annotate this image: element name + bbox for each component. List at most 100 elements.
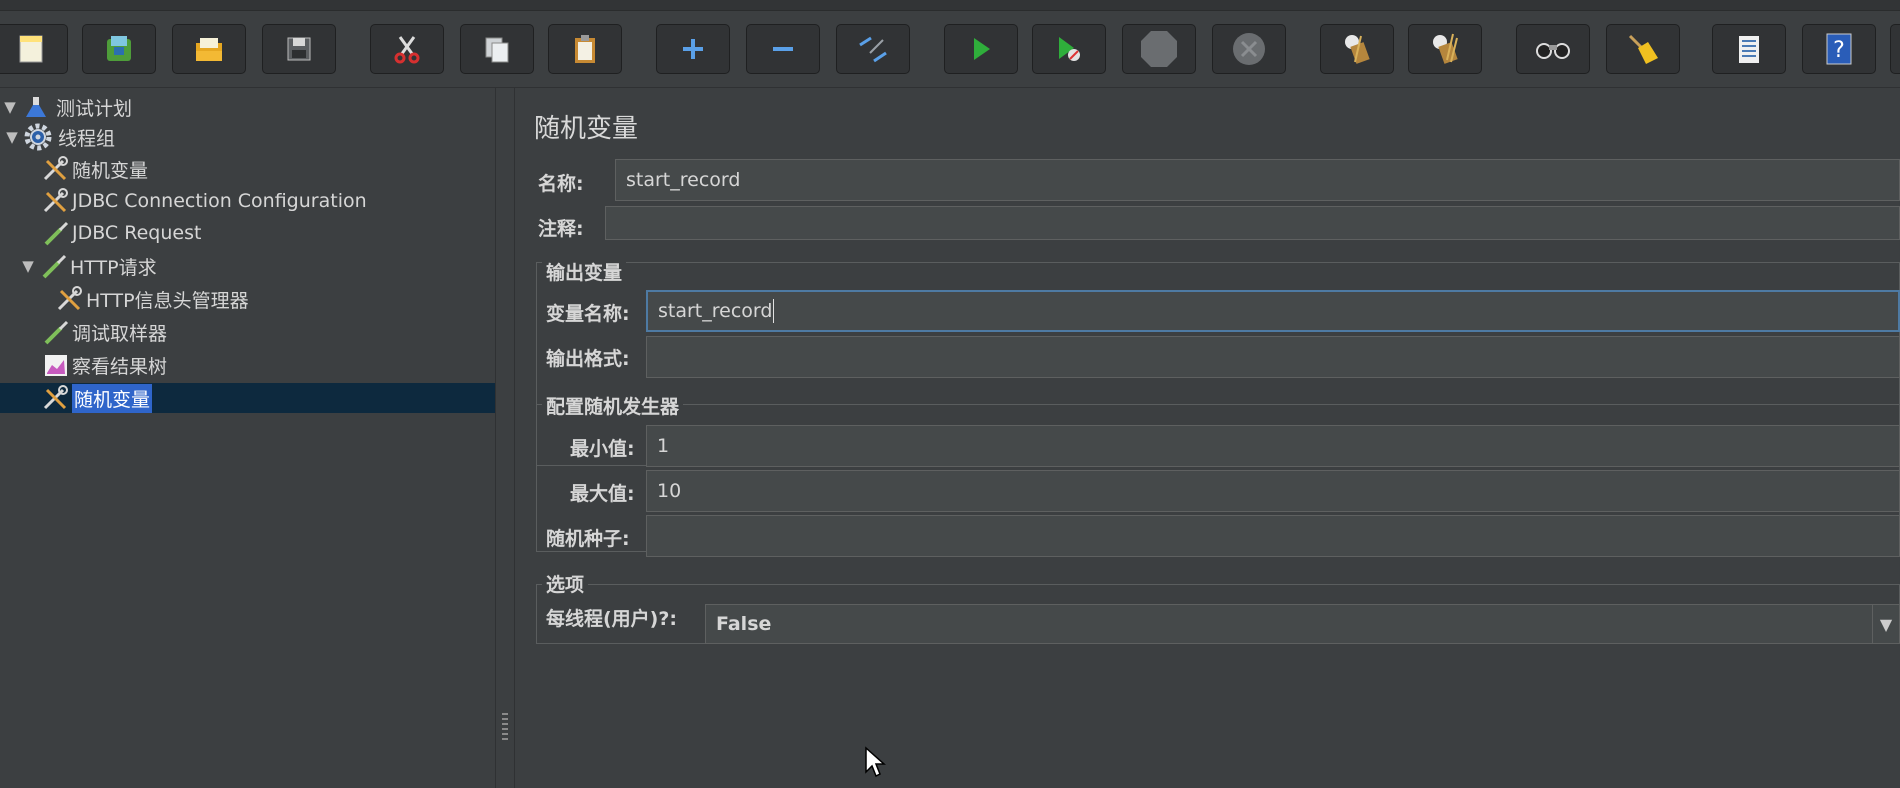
tree-item-thread-group[interactable]: ▼ 线程组	[2, 122, 115, 152]
tools-icon	[40, 186, 72, 216]
start-icon	[974, 38, 990, 60]
name-value: start_record	[626, 169, 741, 191]
cut-button[interactable]	[370, 24, 444, 74]
output-format-label: 输出格式:	[546, 348, 630, 370]
name-field[interactable]: start_record	[615, 159, 1900, 201]
random-seed-field[interactable]	[646, 515, 1900, 557]
paste-icon	[575, 35, 595, 63]
tree-item-test-plan[interactable]: ▼ 测试计划	[0, 92, 132, 122]
max-value-field[interactable]: 10	[646, 470, 1900, 512]
reset-search-button[interactable]	[1606, 24, 1680, 74]
help-icon: ?	[1826, 33, 1852, 65]
copy-button[interactable]	[460, 24, 534, 74]
search-icon	[1536, 43, 1570, 59]
max-value-label: 最大值:	[570, 483, 635, 505]
tree-item-label: 调试取样器	[72, 322, 168, 345]
new-icon	[19, 35, 43, 63]
clear-icon	[1345, 35, 1370, 64]
expand-arrow-icon[interactable]: ▼	[18, 257, 38, 275]
gear-icon	[22, 122, 54, 152]
tree-item-label: HTTP信息头管理器	[86, 289, 249, 312]
start-no-pauses-icon	[1059, 37, 1080, 61]
variable-name-field[interactable]: start_record	[646, 290, 1900, 332]
help-button[interactable]: ?	[1802, 24, 1876, 74]
expand-icon	[683, 39, 703, 59]
random-seed-label: 随机种子:	[546, 528, 630, 550]
per-thread-select[interactable]: False ▼	[705, 604, 1900, 644]
name-label: 名称:	[538, 173, 584, 195]
open-icon	[196, 38, 222, 61]
output-format-field[interactable]	[646, 336, 1900, 378]
function-helper-icon	[1739, 36, 1759, 63]
test-plan-tree: ▼ 测试计划 ▼ 线程组 随机变量 JDBC Connection Config…	[0, 88, 495, 788]
config-panel: 随机变量 名称: start_record 注释: 输出变量 变量名称: sta…	[516, 88, 1900, 788]
splitter-grip[interactable]	[502, 713, 508, 743]
stop-icon	[1141, 31, 1177, 67]
tree-item-label: JDBC Connection Configuration	[72, 190, 367, 212]
templates-icon	[107, 36, 131, 61]
tree-item-label: 察看结果树	[72, 355, 168, 378]
page-title: 随机变量	[534, 114, 639, 144]
tree-item-http-request[interactable]: ▼ HTTP请求	[18, 251, 157, 281]
pane-splitter[interactable]	[495, 88, 515, 788]
shutdown-icon	[1233, 33, 1265, 65]
comment-field[interactable]	[605, 206, 1900, 240]
cut-icon	[394, 36, 420, 64]
collapse-icon	[773, 47, 793, 51]
start-no-pauses-button[interactable]	[1032, 24, 1106, 74]
paste-button[interactable]	[548, 24, 622, 74]
expand-arrow-icon[interactable]: ▼	[2, 128, 22, 146]
tree-item-results-tree[interactable]: 察看结果树	[40, 350, 167, 380]
text-caret	[773, 299, 775, 323]
svg-text:?: ?	[1833, 38, 1845, 63]
mouse-pointer-icon	[865, 746, 886, 778]
search-button[interactable]	[1516, 24, 1590, 74]
clear-button[interactable]	[1320, 24, 1394, 74]
tree-item-random-variable[interactable]: 随机变量	[40, 154, 148, 184]
tree-item-jdbc-request[interactable]: JDBC Request	[40, 218, 201, 248]
tree-item-debug-sampler[interactable]: 调试取样器	[40, 317, 167, 347]
toggle-icon	[859, 36, 887, 63]
chart-icon	[40, 350, 72, 380]
open-button[interactable]	[172, 24, 246, 74]
tree-item-header-manager[interactable]: HTTP信息头管理器	[54, 284, 249, 314]
expand-arrow-icon[interactable]: ▼	[0, 98, 20, 116]
collapse-button[interactable]	[746, 24, 820, 74]
variable-name-label: 变量名称:	[546, 303, 630, 325]
chevron-down-icon[interactable]: ▼	[1872, 605, 1899, 643]
function-helper-button[interactable]	[1712, 24, 1786, 74]
tree-item-label: 线程组	[58, 127, 116, 150]
stop-button[interactable]	[1122, 24, 1196, 74]
new-button[interactable]	[0, 24, 68, 74]
more-button[interactable]	[1890, 24, 1900, 74]
tree-item-label: JDBC Request	[72, 222, 202, 244]
pipette-icon	[38, 251, 70, 281]
toolbar: ?	[0, 11, 1900, 88]
templates-button[interactable]	[82, 24, 156, 74]
max-value: 10	[657, 480, 682, 502]
random-generator-group-title: 配置随机发生器	[542, 392, 684, 419]
start-button[interactable]	[944, 24, 1018, 74]
reset-search-icon	[1628, 34, 1658, 64]
save-button[interactable]	[262, 24, 336, 74]
min-value-label: 最小值:	[570, 438, 635, 460]
tree-item-label: 测试计划	[56, 97, 133, 120]
tree-item-random-variable-selected[interactable]: 随机变量	[0, 383, 495, 413]
output-variable-group-title: 输出变量	[542, 258, 627, 285]
flask-icon	[20, 92, 52, 122]
tree-item-jdbc-config[interactable]: JDBC Connection Configuration	[40, 186, 367, 216]
min-value: 1	[657, 435, 670, 457]
shutdown-button[interactable]	[1212, 24, 1286, 74]
options-group-title: 选项	[542, 570, 589, 597]
expand-button[interactable]	[656, 24, 730, 74]
min-value-field[interactable]: 1	[646, 425, 1900, 467]
per-thread-label: 每线程(用户)?:	[546, 608, 677, 630]
save-icon	[287, 37, 311, 61]
toggle-button[interactable]	[836, 24, 910, 74]
variable-name-value: start_record	[658, 300, 773, 322]
tools-icon	[40, 154, 72, 184]
clear-all-button[interactable]	[1408, 24, 1482, 74]
per-thread-value: False	[716, 613, 772, 635]
clear-all-icon	[1433, 33, 1458, 64]
tools-icon	[54, 284, 86, 314]
